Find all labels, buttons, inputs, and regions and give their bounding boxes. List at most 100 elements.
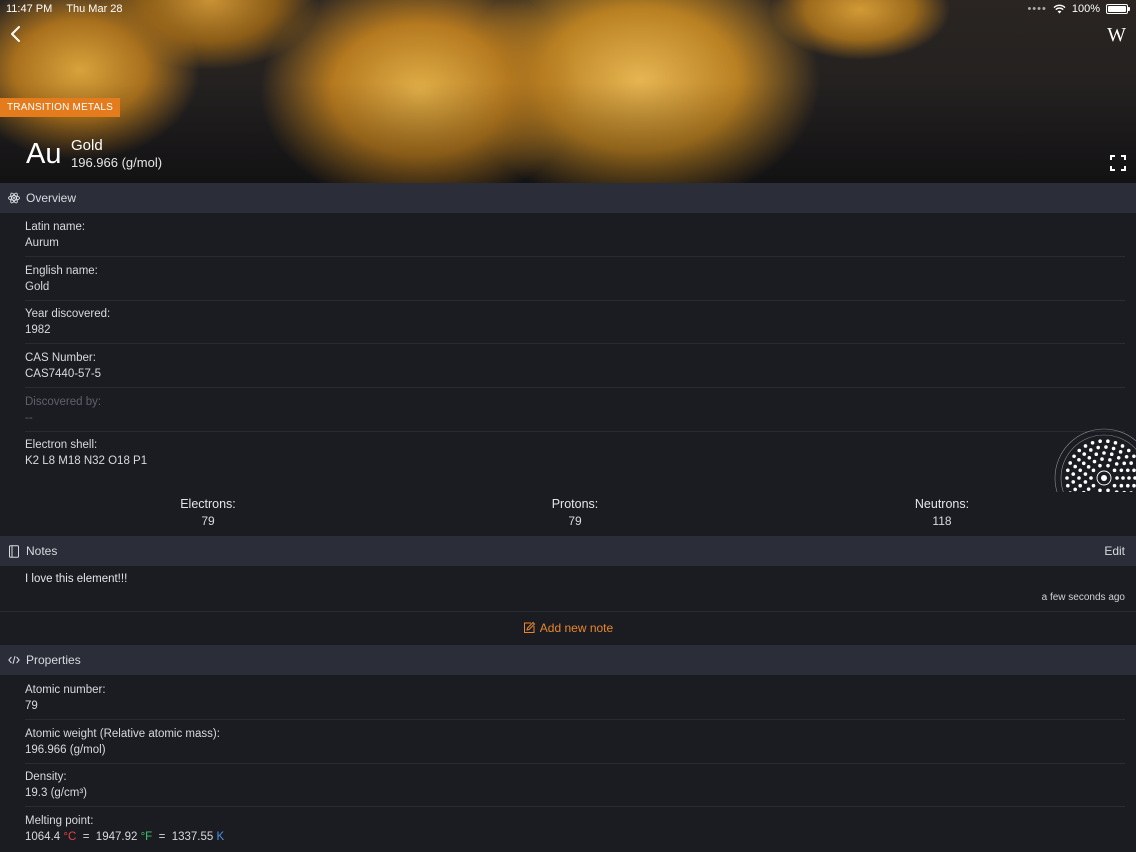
- electron-dot: [1102, 451, 1106, 455]
- electron-dot: [1077, 457, 1081, 462]
- electron-dot: [1125, 468, 1130, 473]
- electron-dot: [1129, 491, 1133, 492]
- electron-dot: [1073, 487, 1077, 492]
- electron-dot: [1086, 487, 1091, 491]
- field-value: K2 L8 M18 N32 O18 P1: [25, 455, 148, 467]
- electron-dot: [1112, 468, 1117, 473]
- field-label: Electron shell:: [25, 439, 98, 451]
- properties-title: Properties: [26, 653, 81, 667]
- electron-dot: [1087, 455, 1092, 460]
- neutrons-count: Neutrons: 118: [872, 497, 1012, 528]
- electron-dot: [1091, 483, 1096, 488]
- field-value: 19.3 (g/cm³): [25, 787, 87, 799]
- electron-dot: [1121, 476, 1125, 480]
- element-name: Gold: [71, 137, 103, 154]
- field-value: 1982: [25, 324, 51, 336]
- electron-dot: [1073, 464, 1077, 469]
- field-label: English name:: [25, 265, 98, 277]
- kelvin-unit: K: [216, 831, 225, 843]
- note-item-text[interactable]: I love this element!!!: [25, 573, 127, 585]
- element-weight: 196.966 (g/mol): [71, 155, 163, 170]
- electron-dot: [1104, 445, 1108, 449]
- divider: [25, 806, 1125, 807]
- add-note-button[interactable]: Add new note: [0, 621, 1136, 635]
- electron-dot: [1082, 490, 1086, 492]
- notes-header: Notes Edit: [0, 536, 1136, 566]
- divider: [25, 300, 1125, 301]
- electron-dot: [1068, 491, 1072, 492]
- field-density: Density: 19.3 (g/cm³): [25, 771, 1125, 799]
- electron-dot: [1078, 468, 1083, 473]
- atom-shell-diagram[interactable]: [1046, 428, 1136, 492]
- status-bar: 11:47 PM Thu Mar 28 •••• 100%: [0, 0, 1136, 18]
- electron-dot: [1083, 480, 1088, 484]
- electron-dot: [1132, 468, 1136, 473]
- field-english-name: English name: Gold: [25, 265, 1125, 293]
- field-cas-number: CAS Number: CAS7440-57-5: [25, 352, 1125, 380]
- atom-icon: [8, 192, 20, 204]
- field-year-discovered: Year discovered: 1982: [25, 308, 1125, 336]
- divider: [25, 256, 1125, 257]
- fullscreen-icon[interactable]: [1110, 155, 1126, 171]
- properties-header: Properties: [0, 645, 1136, 675]
- wifi-icon: [1053, 4, 1066, 14]
- electron-dot: [1090, 441, 1095, 445]
- chevron-left-icon[interactable]: [6, 22, 26, 46]
- field-discovered-by: Discovered by: --: [25, 396, 1125, 424]
- electron-dot: [1091, 468, 1096, 473]
- electron-dot: [1127, 476, 1131, 480]
- electron-dot: [1077, 476, 1081, 480]
- electron-dot: [1071, 472, 1076, 476]
- field-label: Year discovered:: [25, 308, 111, 320]
- overview-title: Overview: [26, 191, 77, 205]
- fahrenheit-unit: °F: [140, 831, 153, 843]
- field-value: Gold: [25, 281, 50, 293]
- electron-dot: [1114, 462, 1119, 466]
- electron-dot: [1114, 490, 1119, 492]
- electron-dot: [1094, 452, 1099, 457]
- electron-dot: [1078, 483, 1083, 488]
- field-latin-name: Latin name: Aurum: [25, 221, 1125, 249]
- electron-dot: [1118, 450, 1123, 454]
- electron-dot: [1119, 483, 1124, 488]
- electron-dot: [1125, 483, 1130, 488]
- field-value: --: [25, 412, 33, 424]
- edit-note-icon: [523, 621, 536, 634]
- melting-fahrenheit: 1947.92: [95, 831, 138, 843]
- electron-dot: [1100, 457, 1104, 461]
- field-atomic-weight: Atomic weight (Relative atomic mass): 19…: [25, 728, 1125, 756]
- electron-dot: [1115, 476, 1119, 480]
- electron-dot: [1112, 483, 1117, 488]
- note-item-time: a few seconds ago: [1041, 592, 1125, 603]
- electron-dot: [1086, 465, 1091, 469]
- wikipedia-icon[interactable]: W: [1107, 24, 1126, 47]
- electron-dot: [1113, 441, 1118, 445]
- notes-title: Notes: [26, 544, 58, 558]
- field-label: Discovered by:: [25, 396, 102, 408]
- electron-dot: [1106, 463, 1110, 468]
- electron-dot: [1077, 448, 1082, 453]
- count-value: 79: [568, 514, 582, 528]
- count-label: Neutrons:: [914, 497, 970, 511]
- electron-dot: [1122, 461, 1127, 466]
- electron-dot: [1098, 488, 1102, 492]
- electron-dot: [1124, 454, 1129, 459]
- battery-icon: [1106, 4, 1130, 14]
- electron-dot: [1116, 455, 1121, 460]
- equals-sign: =: [82, 831, 90, 843]
- electron-dot: [1126, 448, 1131, 453]
- electron-dot: [1132, 454, 1136, 459]
- count-label: Electrons:: [180, 497, 236, 511]
- field-label: Density:: [25, 771, 67, 783]
- electron-dot: [1096, 445, 1100, 450]
- field-value: CAS7440-57-5: [25, 368, 102, 380]
- notebook-icon: [8, 545, 20, 558]
- electron-dot: [1081, 461, 1086, 466]
- electron-dot: [1089, 476, 1093, 480]
- element-symbol: Au: [26, 138, 62, 170]
- field-value: 79: [25, 700, 38, 712]
- edit-notes-button[interactable]: Edit: [1104, 544, 1125, 558]
- equals-sign: =: [158, 831, 166, 843]
- status-time: 11:47 PM: [6, 3, 53, 15]
- melting-kelvin: 1337.55: [171, 831, 214, 843]
